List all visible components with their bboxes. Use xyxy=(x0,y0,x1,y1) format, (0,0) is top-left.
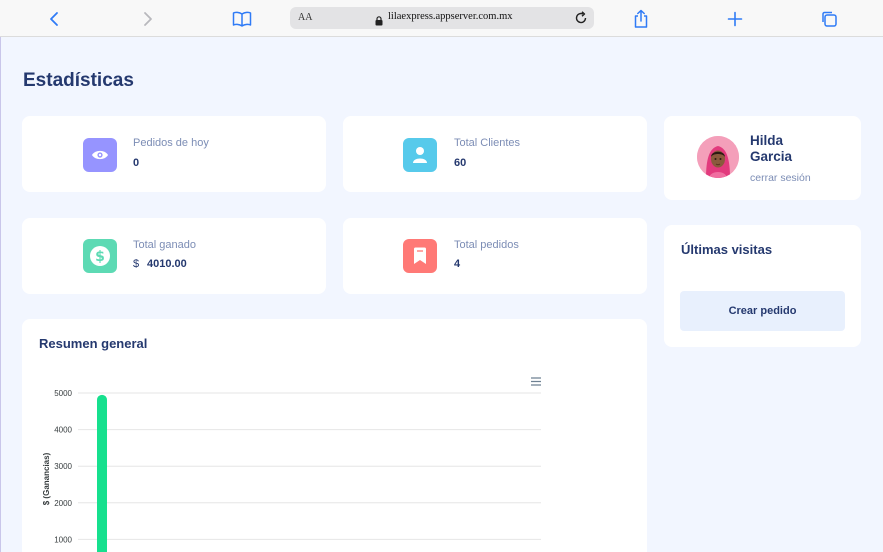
y-tick-label: 4000 xyxy=(54,426,72,435)
currency-symbol: $ xyxy=(133,258,140,270)
stat-label: Total ganado xyxy=(133,239,196,251)
recent-visits-title: Últimas visitas xyxy=(681,242,773,257)
y-tick-label: 5000 xyxy=(54,389,72,398)
address-bar[interactable]: AA lilaexpress.appserver.com.mx xyxy=(290,7,594,29)
bookmarks-icon[interactable] xyxy=(231,8,253,30)
create-order-button[interactable]: Crear pedido xyxy=(680,291,845,331)
profile-card: Hilda Garcia cerrar sesión xyxy=(664,116,861,200)
lock-icon xyxy=(375,13,383,31)
recent-visits-card: Últimas visitas Crear pedido xyxy=(664,225,861,347)
reload-icon[interactable] xyxy=(574,11,588,30)
chart-menu-icon[interactable] xyxy=(531,377,541,386)
share-icon[interactable] xyxy=(630,8,652,30)
dollar-icon: $ xyxy=(83,239,117,273)
url-text: lilaexpress.appserver.com.mx xyxy=(388,11,513,22)
chart-bar[interactable] xyxy=(97,394,107,552)
eye-icon xyxy=(83,138,117,172)
logout-link[interactable]: cerrar sesión xyxy=(750,172,811,184)
stat-label: Total Clientes xyxy=(454,137,521,149)
forward-icon[interactable] xyxy=(137,8,159,30)
y-tick-label: 2000 xyxy=(54,499,72,508)
bookmark-icon xyxy=(403,239,437,273)
summary-card: Resumen general 1000 2000 3000 4000 5000 $ (… xyxy=(22,319,647,552)
page-edge xyxy=(0,37,1,552)
y-tick-label: 1000 xyxy=(54,535,72,544)
y-tick-label: 3000 xyxy=(54,462,72,471)
new-tab-icon[interactable] xyxy=(724,8,746,30)
stat-card-total-ganado: $ Total ganado $ 4010.00 xyxy=(22,218,326,294)
profile-name: Hilda Garcia xyxy=(750,133,793,164)
svg-text:$: $ xyxy=(95,249,105,265)
avatar xyxy=(697,136,739,178)
stat-card-total-clientes: Total Clientes 60 xyxy=(343,116,647,192)
chart-y-ticks: 1000 2000 3000 4000 5000 xyxy=(54,389,72,544)
stat-value: 4010.00 xyxy=(147,258,187,270)
chart-bars xyxy=(97,394,107,552)
stat-label: Pedidos de hoy xyxy=(133,137,209,149)
text-size-button[interactable]: AA xyxy=(298,12,312,23)
stat-card-pedidos-hoy: Pedidos de hoy 0 xyxy=(22,116,326,192)
user-icon xyxy=(403,138,437,172)
tabs-icon[interactable] xyxy=(818,8,840,30)
back-icon[interactable] xyxy=(43,8,65,30)
y-axis-label: $ (Ganancias) xyxy=(42,452,51,505)
stat-value: 0 xyxy=(133,157,140,169)
chart-grid xyxy=(78,392,541,540)
page-title: Estadísticas xyxy=(23,70,134,91)
stat-value: 60 xyxy=(454,157,467,169)
browser-toolbar: AA lilaexpress.appserver.com.mx xyxy=(0,0,883,37)
stat-value: 4 xyxy=(454,258,461,270)
stat-card-total-pedidos: Total pedidos 4 xyxy=(343,218,647,294)
stat-label: Total pedidos xyxy=(454,239,519,251)
earnings-chart: 1000 2000 3000 4000 5000 $ (Ganancias) xyxy=(42,377,541,552)
